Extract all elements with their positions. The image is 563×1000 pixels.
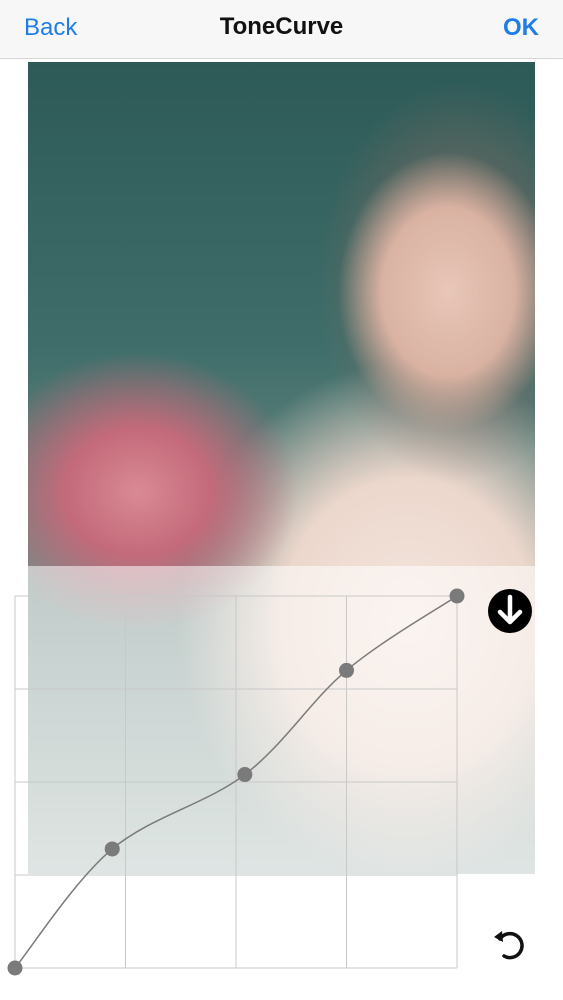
curve-grid <box>14 595 458 969</box>
tone-curve-editor[interactable] <box>0 0 563 1000</box>
curve-control-point[interactable] <box>7 960 23 976</box>
undo-icon[interactable] <box>490 925 530 965</box>
arrow-down-circle-icon[interactable] <box>488 589 532 633</box>
curve-control-point[interactable] <box>449 588 465 604</box>
curve-control-point[interactable] <box>237 767 253 783</box>
curve-control-point[interactable] <box>104 841 120 857</box>
curve-control-point[interactable] <box>339 662 354 678</box>
